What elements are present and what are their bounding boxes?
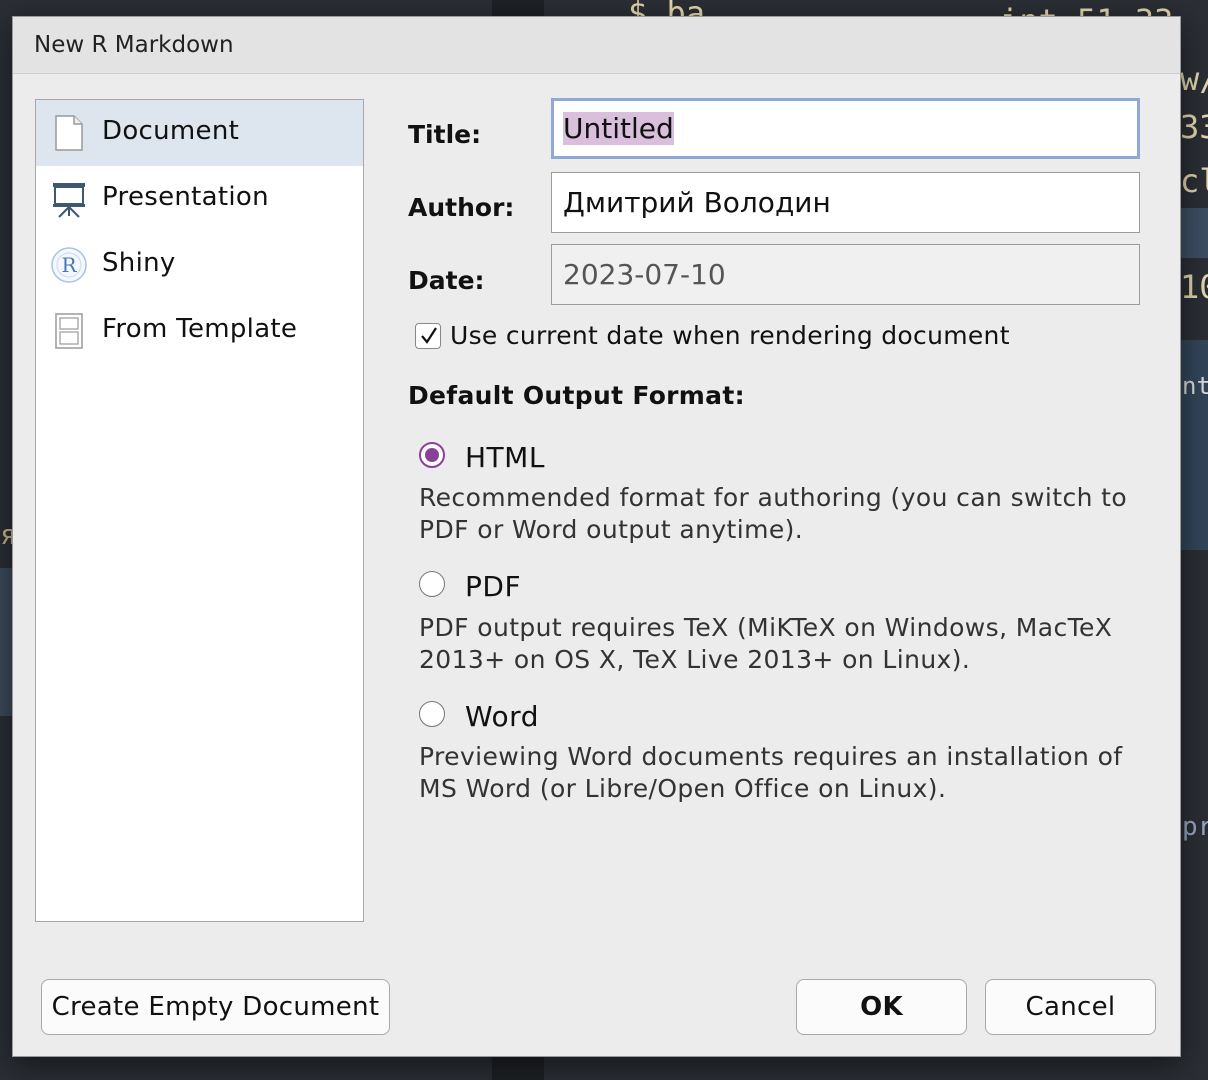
pdf-radio-label[interactable]: PDF [465, 570, 521, 603]
pdf-radio[interactable] [419, 571, 445, 597]
date-field: 2023-07-10 [551, 244, 1140, 305]
word-description: Previewing Word documents requires an in… [419, 741, 1139, 805]
ok-button[interactable]: OK [796, 979, 967, 1035]
word-radio[interactable] [419, 701, 445, 727]
document-type-list: Document Presentation R Shiny From Templ… [35, 99, 364, 922]
background-code: pr [1182, 812, 1208, 842]
html-description-line: PDF or Word output anytime). [419, 515, 804, 544]
author-value: Дмитрий Володин [563, 186, 831, 219]
background-code: 33 [1180, 108, 1208, 146]
pdf-description-line: PDF output requires TeX (MiKTeX on Windo… [419, 613, 1113, 642]
shiny-r-icon: R [50, 246, 88, 284]
background-code: w/ [1180, 60, 1208, 98]
default-output-format-heading: Default Output Format: [408, 381, 745, 410]
svg-text:R: R [61, 253, 77, 277]
author-label: Author: [408, 193, 515, 222]
use-current-date-label[interactable]: Use current date when rendering document [450, 321, 1010, 350]
background-code: 10 [1180, 268, 1208, 306]
sidebar-item-from-template[interactable]: From Template [36, 298, 363, 364]
html-radio-label[interactable]: HTML [465, 441, 545, 474]
background-code: cl [1180, 162, 1208, 200]
presentation-icon [50, 180, 88, 218]
document-icon [50, 114, 88, 152]
pdf-description: PDF output requires TeX (MiKTeX on Windo… [419, 612, 1139, 676]
pdf-description-line: 2013+ on OS X, TeX Live 2013+ on Linux). [419, 645, 971, 674]
template-icon [50, 312, 88, 350]
new-r-markdown-dialog: New R Markdown Document Presentation R S… [12, 16, 1181, 1057]
dialog-title: New R Markdown [34, 32, 234, 58]
date-value: 2023-07-10 [563, 258, 726, 291]
sidebar-item-document[interactable]: Document [36, 100, 363, 166]
dialog-titlebar: New R Markdown [13, 17, 1180, 74]
checkmark-icon [421, 327, 437, 344]
html-radio[interactable] [419, 442, 445, 468]
sidebar-item-label: Document [102, 116, 240, 146]
word-description-line: Previewing Word documents requires an in… [419, 742, 1123, 771]
word-radio-label[interactable]: Word [465, 700, 539, 733]
title-value: Untitled [563, 112, 674, 145]
date-label: Date: [408, 266, 485, 295]
background-code: nta [1182, 372, 1208, 400]
sidebar-item-label: Presentation [102, 182, 269, 212]
sidebar-item-shiny[interactable]: R Shiny [36, 232, 363, 298]
sidebar-item-label: From Template [102, 314, 298, 344]
background-toolbar [1181, 208, 1208, 258]
html-description-line: Recommended format for authoring (you ca… [419, 483, 1128, 512]
use-current-date-checkbox[interactable] [415, 323, 441, 349]
sidebar-item-label: Shiny [102, 248, 176, 278]
title-field[interactable]: Untitled [551, 98, 1140, 159]
author-field[interactable]: Дмитрий Володин [551, 172, 1140, 233]
create-empty-document-button[interactable]: Create Empty Document [41, 979, 390, 1035]
html-description: Recommended format for authoring (you ca… [419, 482, 1139, 546]
background-panel-row [0, 568, 12, 716]
word-description-line: MS Word (or Libre/Open Office on Linux). [419, 774, 947, 803]
title-label: Title: [408, 120, 482, 149]
cancel-button[interactable]: Cancel [985, 979, 1156, 1035]
sidebar-item-presentation[interactable]: Presentation [36, 166, 363, 232]
